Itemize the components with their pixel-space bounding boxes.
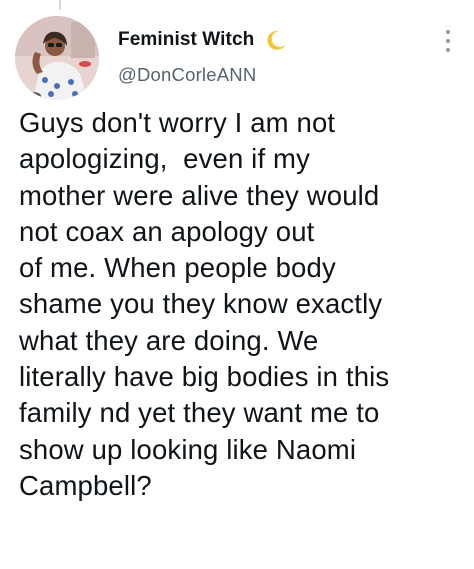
name-row: Feminist Witch	[118, 27, 434, 53]
tweet-card: Feminist Witch @DonCorleANN Guys don't w…	[0, 0, 474, 569]
more-options-icon[interactable]	[438, 24, 458, 58]
thread-connector-line	[59, 0, 61, 10]
avatar[interactable]	[15, 16, 99, 100]
display-name[interactable]: Feminist Witch	[118, 29, 254, 51]
avatar-photo	[15, 16, 99, 100]
tweet-text: Guys don't worry I am not apologizing, e…	[19, 107, 390, 501]
tweet-header: Feminist Witch @DonCorleANN	[118, 27, 434, 86]
crescent-moon-icon	[264, 28, 288, 52]
user-handle[interactable]: @DonCorleANN	[118, 64, 434, 86]
